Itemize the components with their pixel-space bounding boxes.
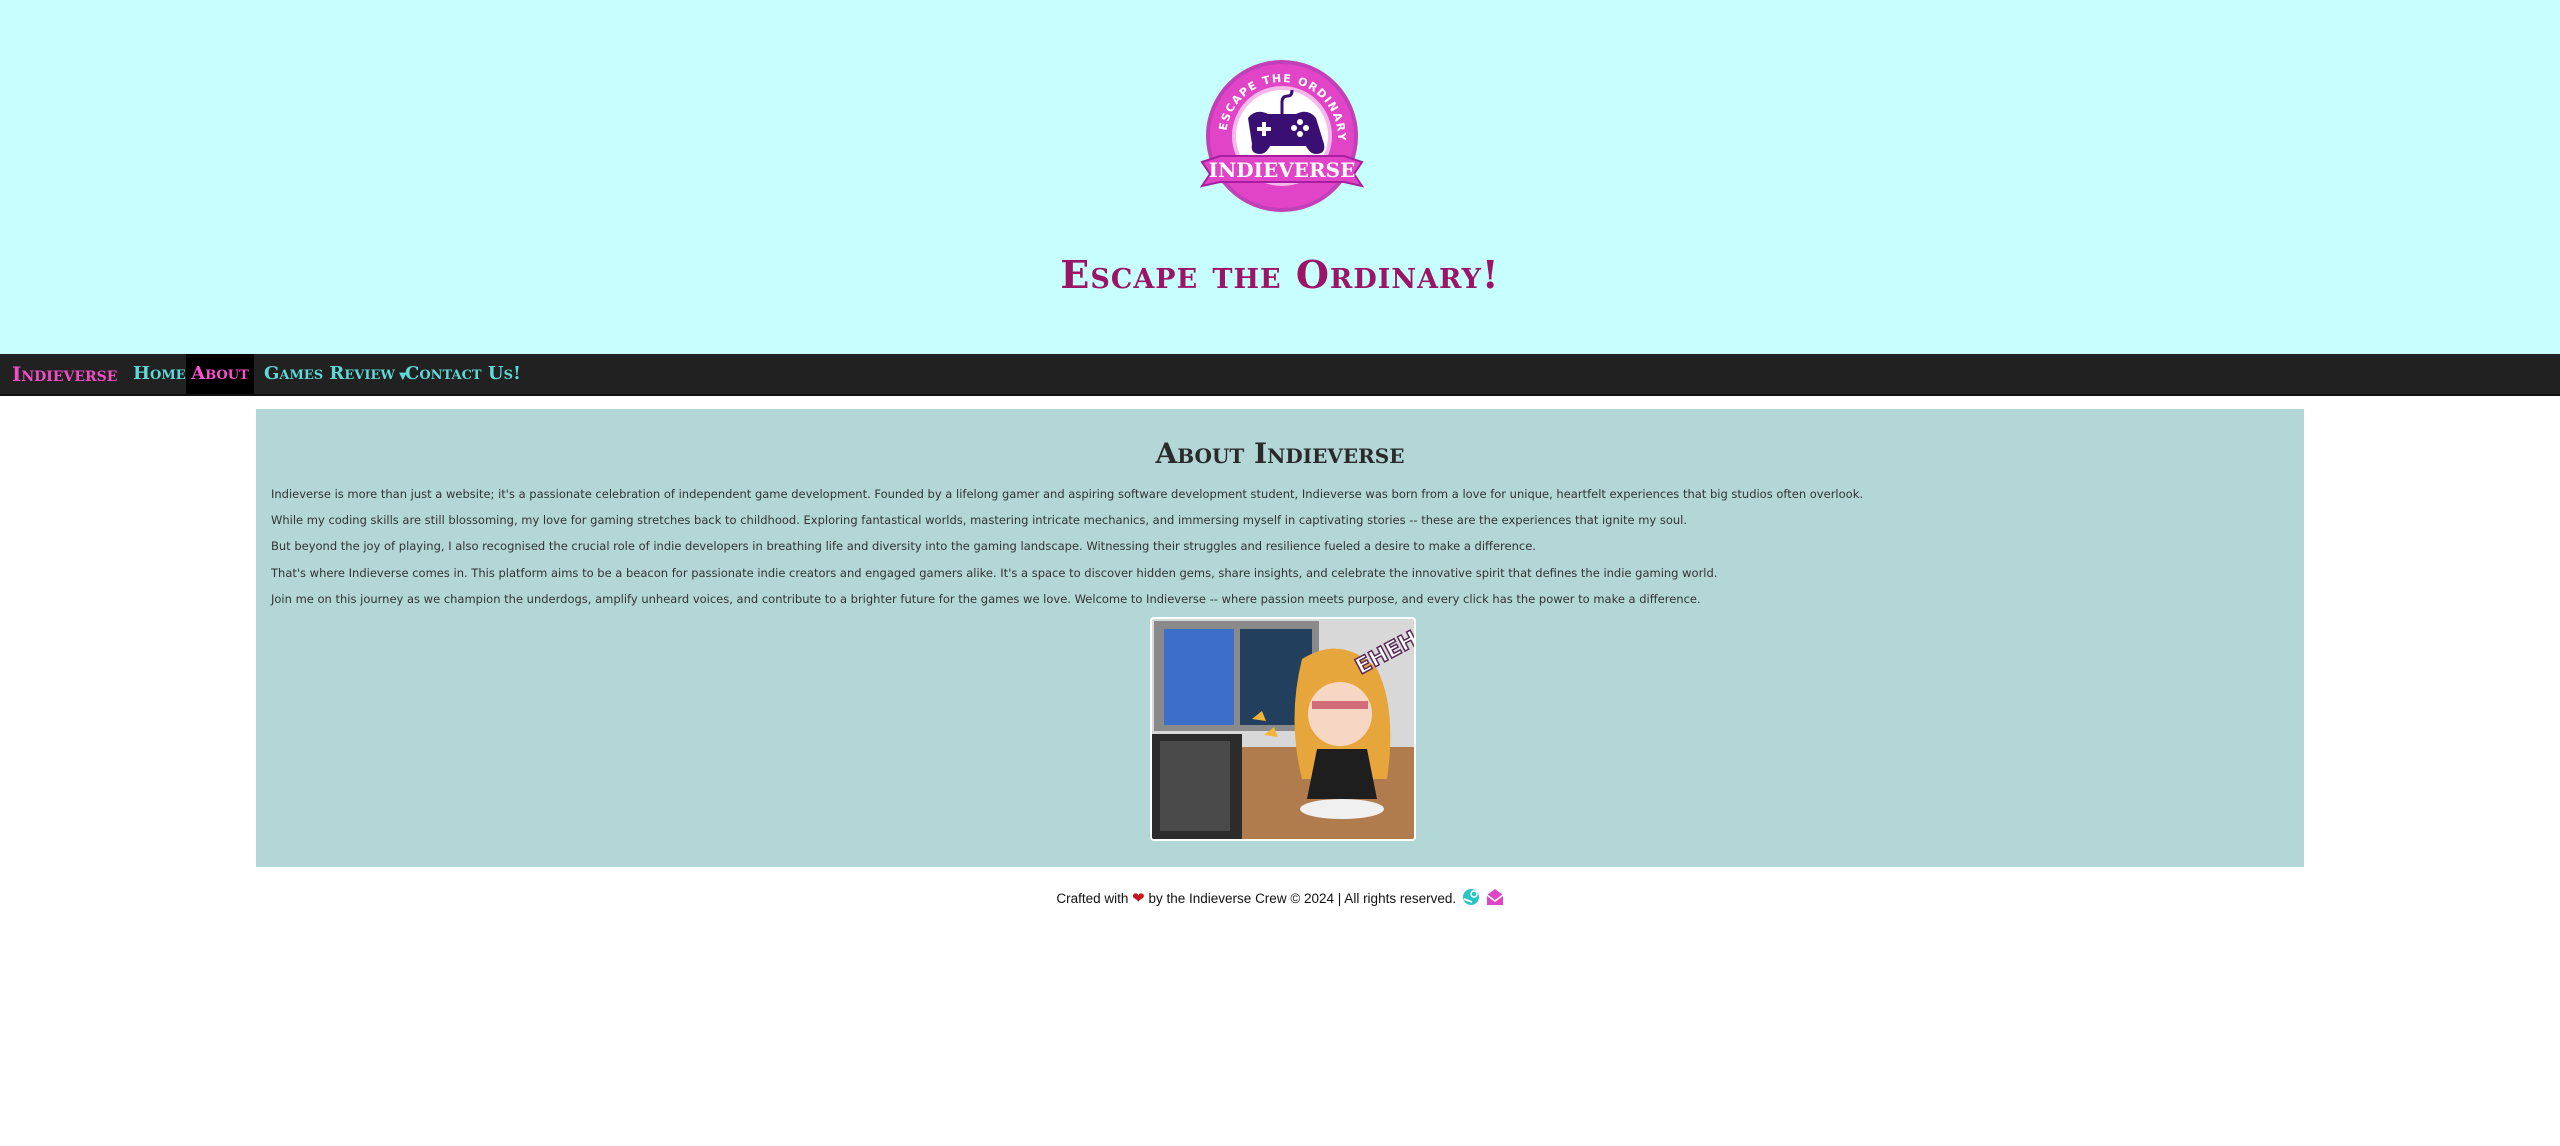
- about-paragraph: But beyond the joy of playing, I also re…: [271, 539, 1536, 553]
- about-paragraph: Indieverse is more than just a website; …: [271, 487, 1864, 501]
- steam-icon[interactable]: [1462, 888, 1480, 906]
- logo-brand-text: INDIEVERSE: [1209, 158, 1356, 182]
- nav-games-review-label: Games Review: [264, 363, 395, 384]
- nav-brand[interactable]: Indieverse: [12, 354, 117, 394]
- tagline: Escape the Ordinary!: [1060, 252, 1500, 297]
- site-footer: Crafted with ❤ by the Indieverse Crew © …: [0, 888, 2560, 907]
- nav-about[interactable]: About: [186, 354, 254, 394]
- about-section: About Indieverse Indieverse is more than…: [256, 409, 2304, 867]
- about-paragraph: That's where Indieverse comes in. This p…: [271, 566, 1718, 580]
- nav-home[interactable]: Home: [133, 354, 186, 394]
- indieverse-logo[interactable]: ESCAPE THE ORDINARY INDIEVERSE: [1196, 58, 1368, 218]
- nav-contact[interactable]: Contact Us!: [405, 354, 521, 394]
- heart-icon: ❤: [1132, 890, 1145, 907]
- footer-prefix: Crafted with: [1056, 891, 1129, 906]
- nav-games-review[interactable]: Games Review ▼: [264, 354, 407, 394]
- footer-copyright: by the Indieverse Crew © 2024 | All righ…: [1148, 891, 1457, 906]
- gamer-girl-illustration: EHEH: [1150, 617, 1416, 841]
- about-paragraph: While my coding skills are still blossom…: [271, 513, 1688, 527]
- email-icon[interactable]: [1486, 888, 1504, 906]
- about-paragraph: Join me on this journey as we champion t…: [271, 592, 1701, 606]
- about-title: About Indieverse: [1155, 437, 1405, 470]
- main-nav: Indieverse Home About Games Review ▼ Cont…: [0, 354, 2560, 396]
- site-header: ESCAPE THE ORDINARY INDIEVERSE Escape th…: [0, 0, 2560, 354]
